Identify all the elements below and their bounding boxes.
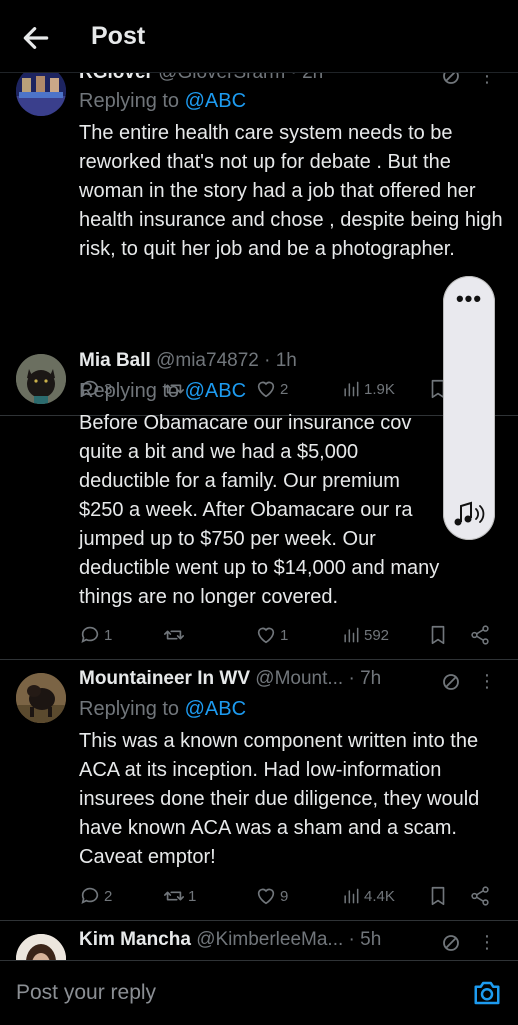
heart-icon [257,627,275,644]
tweet-actions: 1 1 592 [79,622,499,648]
share-icon [471,625,489,645]
bookmark-button[interactable] [428,622,448,648]
views-count: 4.4K [364,887,395,905]
like-button[interactable]: 1 [255,622,288,648]
like-button[interactable]: 9 [255,883,288,909]
repost-button[interactable]: 1 [163,883,196,909]
repost-icon [164,630,184,640]
replying-to: Replying to @ABC [79,380,246,403]
avatar[interactable] [16,934,66,960]
audio-note-icon[interactable] [451,498,487,528]
author-handle[interactable]: @GloverSrarm [158,72,285,83]
repost-count: 1 [188,887,197,905]
mention-link[interactable]: @ABC [185,380,246,402]
author-handle[interactable]: @mia74872 [156,350,259,371]
grok-icon[interactable] [441,72,461,86]
grok-icon[interactable] [441,933,461,953]
reply-button[interactable]: 2 [79,883,112,909]
tweet-reply[interactable]: Kim Mancha @KimberleeMa... · 5h ⋮ [0,920,518,960]
bookmark-icon [431,625,445,645]
views-count: 592 [364,626,390,644]
more-dots-icon[interactable]: ⋮ [478,932,496,953]
share-button[interactable] [469,622,491,648]
heart-icon [257,888,275,905]
mention-link[interactable]: @ABC [185,90,246,112]
views-button[interactable]: 4.4K [341,883,395,909]
tweet-text: Before Obamacare our insurance cov quite… [79,412,440,608]
tweet-reply[interactable]: Mia Ball @mia74872 · 1h Replying to @ABC… [0,342,518,660]
post-time: · 2h [290,72,324,83]
top-app-bar: Post [0,0,518,73]
replying-to-label: Replying to [79,380,185,402]
camera-icon[interactable] [472,978,502,1008]
bookmark-icon [431,886,445,906]
page-title: Post [91,22,146,50]
comment-icon [81,626,99,643]
avatar[interactable] [16,354,66,404]
post-time: · 7h [348,668,382,689]
replying-to-label: Replying to [79,90,185,112]
tweet-text: The entire health care system needs to b… [79,122,503,260]
comment-icon [81,887,99,904]
author-name[interactable]: Mountaineer In WV [79,668,250,689]
author-handle[interactable]: @KimberleeMa... [196,929,343,950]
tweet-text: This was a known component written into … [79,730,480,868]
reply-input[interactable]: Post your reply [16,981,156,1005]
grok-icon[interactable] [441,672,461,692]
post-time: · 5h [348,929,382,950]
back-arrow-icon[interactable] [20,22,52,54]
post-time: · 1h [264,350,297,371]
more-dots-icon[interactable]: ⋮ [478,72,496,87]
analytics-icon [344,627,359,643]
author-name[interactable]: Kim Mancha [79,929,191,950]
author-name[interactable]: RGlover [79,72,153,83]
share-icon [471,886,489,906]
repost-button[interactable] [163,622,188,648]
like-count: 1 [280,626,289,644]
mention-link[interactable]: @ABC [185,698,246,720]
replying-to: Replying to @ABC [79,698,246,721]
reply-feed: RGlover @GloverSrarm · 2h ⋮ Replying to … [0,72,518,960]
avatar[interactable] [16,72,66,116]
bookmark-button[interactable] [428,883,448,909]
tweet-reply[interactable]: Mountaineer In WV @Mount... · 7h ⋮ Reply… [0,659,518,921]
author-handle[interactable]: @Mount... [255,668,343,689]
replying-to: Replying to @ABC [79,90,246,113]
author-name[interactable]: Mia Ball [79,350,151,371]
more-dots-icon[interactable]: ••• [443,286,495,312]
views-button[interactable]: 592 [341,622,389,648]
tweet-header: Mia Ball @mia74872 · 1h [79,350,504,378]
like-count: 9 [280,887,289,905]
repost-icon [164,891,184,901]
reply-button[interactable]: 1 [79,622,112,648]
reply-count: 1 [104,626,113,644]
tweet-actions: 2 1 9 4.4K [79,883,499,909]
replying-to-label: Replying to [79,698,185,720]
analytics-icon [344,888,359,904]
reply-composer-bar: Post your reply [0,960,518,1025]
avatar[interactable] [16,673,66,723]
more-dots-icon[interactable]: ⋮ [478,671,496,692]
share-button[interactable] [469,883,491,909]
floating-audio-player[interactable]: ••• [443,276,495,540]
reply-count: 2 [104,887,113,905]
